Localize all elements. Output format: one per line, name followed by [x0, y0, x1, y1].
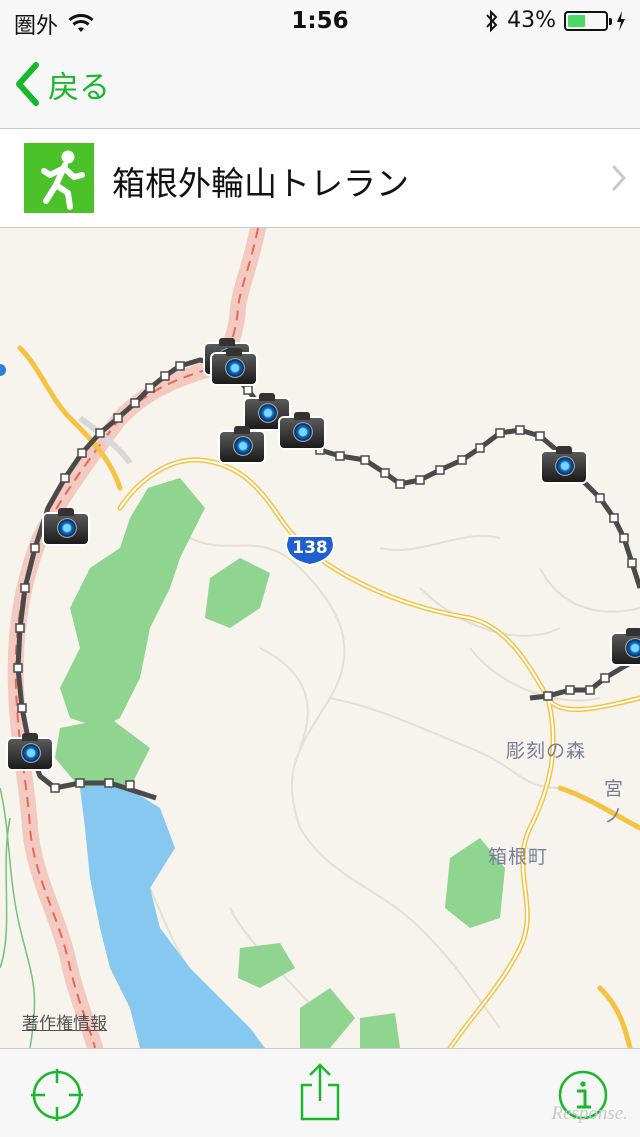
photo-marker-camera-icon[interactable]: [212, 348, 256, 384]
battery-nub: [609, 17, 612, 25]
place-label-hakone-town: 箱根町: [488, 846, 549, 868]
photo-marker-camera-icon[interactable]: [542, 446, 586, 482]
photo-marker-camera-icon[interactable]: [612, 628, 640, 664]
chevron-right-icon: [612, 165, 626, 191]
place-label-sculpture-forest: 彫刻の森: [506, 740, 587, 762]
route-cell[interactable]: 箱根外輪山トレラン: [0, 129, 640, 228]
navigation-bar: 戻る: [0, 40, 640, 129]
watermark: Response.: [551, 1103, 628, 1124]
running-person-icon: [24, 143, 94, 213]
route-shield-number: 138: [292, 538, 328, 558]
back-label: 戻る: [48, 69, 110, 106]
map-view[interactable]: 138 彫刻の森 宮ノ 箱根町 著作権情報: [0, 228, 640, 1048]
photo-marker-camera-icon[interactable]: [280, 412, 324, 448]
status-right: 43%: [485, 8, 626, 33]
locate-button[interactable]: [31, 1069, 83, 1121]
photo-marker-camera-icon[interactable]: [220, 426, 264, 462]
route-title: 箱根外輪山トレラン: [112, 164, 409, 203]
place-label-miyanoshita: 宮ノ: [604, 778, 625, 827]
bottom-toolbar: Response.: [0, 1048, 640, 1137]
back-button[interactable]: 戻る: [14, 60, 110, 108]
photo-marker-camera-icon[interactable]: [8, 733, 52, 769]
battery-level-fill: [568, 14, 586, 27]
bluetooth-icon: [486, 9, 498, 32]
share-icon: [300, 1063, 340, 1121]
minor-roads: [99, 534, 640, 1029]
share-button[interactable]: [294, 1063, 346, 1123]
locate-crosshair-icon: [31, 1069, 83, 1121]
map-canvas: [0, 228, 640, 1048]
battery-percent: 43%: [507, 8, 556, 33]
photo-marker-camera-icon[interactable]: [44, 508, 88, 544]
route-138-shield: 138: [284, 534, 336, 567]
charging-bolt-icon: [617, 10, 625, 31]
lake-area: [80, 783, 265, 1048]
chevron-left-icon: [16, 62, 39, 106]
battery-icon: [564, 10, 612, 31]
status-bar: 圏外 1:56 43%: [0, 0, 640, 40]
legal-link[interactable]: 著作権情報: [22, 1009, 107, 1034]
